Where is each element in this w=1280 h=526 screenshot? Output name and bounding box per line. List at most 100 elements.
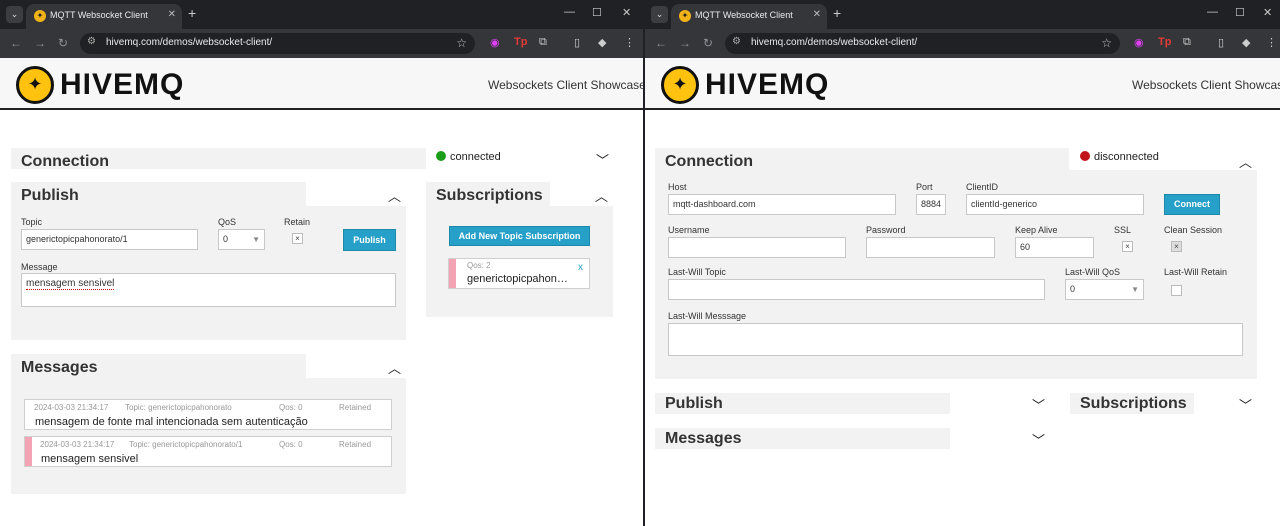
publish-header[interactable]: Publish [655, 393, 950, 414]
bookmark-star-icon[interactable]: ☆ [1101, 36, 1112, 50]
extension-icon[interactable]: ◉ [1134, 36, 1144, 49]
browser-tab[interactable]: ✦ MQTT Websocket Client ✕ [671, 4, 827, 29]
subscriptions-header[interactable]: Subscriptions [426, 182, 550, 207]
hivemq-favicon-icon: ✦ [679, 10, 691, 22]
browser-tab[interactable]: ✦ MQTT Websocket Client ✕ [26, 4, 182, 29]
messages-header[interactable]: Messages [655, 428, 950, 449]
new-tab-button[interactable]: + [188, 6, 196, 20]
reload-icon[interactable]: ↻ [58, 36, 68, 50]
username-input[interactable] [668, 237, 846, 258]
extension-icon[interactable]: Tp [514, 36, 527, 48]
subscription-color-bar [449, 259, 456, 288]
close-window-icon[interactable]: ✕ [622, 6, 631, 19]
hivemq-favicon-icon: ✦ [34, 10, 46, 22]
extensions-puzzle-icon[interactable]: ⧉ [1183, 36, 1191, 49]
extensions-puzzle-icon[interactable]: ⧉ [539, 36, 547, 49]
add-subscription-button[interactable]: Add New Topic Subscription [449, 226, 590, 246]
close-tab-icon[interactable]: ✕ [813, 9, 821, 20]
qos-label: QoS [218, 217, 237, 227]
minimize-icon[interactable]: — [1207, 6, 1218, 18]
minimize-icon[interactable]: — [564, 6, 575, 18]
omnibox[interactable]: ⚙ hivemq.com/demos/websocket-client/ ☆ [725, 33, 1120, 54]
side-panel-icon[interactable]: ▯ [1218, 36, 1224, 49]
retain-checkbox[interactable]: × [292, 233, 303, 244]
expand-messages-icon[interactable]: ﹀ [1032, 430, 1045, 449]
connection-header[interactable]: Connection [11, 148, 426, 170]
side-panel-icon[interactable]: ▯ [574, 36, 580, 49]
collapse-subscriptions-icon[interactable]: ︿ [595, 186, 608, 205]
clientid-input[interactable]: clientId-generico [966, 194, 1144, 215]
collapse-messages-icon[interactable]: ︿ [388, 358, 401, 377]
status-dot-icon [436, 151, 446, 161]
ssl-checkbox[interactable]: × [1122, 241, 1133, 252]
connection-header[interactable]: Connection [655, 148, 1069, 171]
keepalive-input[interactable]: 60 [1015, 237, 1094, 258]
close-window-icon[interactable]: ✕ [1263, 6, 1272, 19]
last-will-retain-checkbox[interactable] [1171, 285, 1182, 296]
reload-icon[interactable]: ↻ [703, 36, 713, 50]
forward-icon[interactable]: → [34, 36, 46, 50]
subscriptions-title: Subscriptions [436, 187, 543, 204]
publish-header[interactable]: Publish [11, 182, 306, 207]
collapse-publish-icon[interactable]: ︿ [388, 186, 401, 205]
qos-select[interactable]: 0 ▼ [218, 229, 265, 250]
back-icon[interactable]: ← [10, 36, 22, 50]
last-will-qos-select[interactable]: 0 ▼ [1065, 279, 1144, 300]
showcase-title: Websockets Client Showcase [488, 78, 643, 92]
forward-icon[interactable]: → [679, 36, 691, 50]
expand-publish-icon[interactable]: ﹀ [1032, 395, 1045, 414]
bookmark-star-icon[interactable]: ☆ [456, 36, 467, 50]
omnibox[interactable]: ⚙ hivemq.com/demos/websocket-client/ ☆ [80, 33, 475, 54]
last-will-message-textarea[interactable] [668, 323, 1243, 356]
tab-search-button[interactable]: ⌄ [651, 6, 668, 23]
clean-session-checkbox[interactable]: × [1171, 241, 1182, 252]
tab-search-button[interactable]: ⌄ [6, 6, 23, 23]
site-header: ✦ HIVEMQ Websockets Client Showcase [0, 58, 643, 110]
profile-icon[interactable]: ◆ [598, 36, 606, 49]
hivemq-bee-logo-icon: ✦ [661, 66, 699, 104]
expand-subscriptions-icon[interactable]: ﹀ [1239, 395, 1252, 414]
message-item: 2024-03-03 21:34:17 Topic: generictopicp… [24, 436, 392, 467]
maximize-icon[interactable]: ☐ [1235, 6, 1245, 19]
qos-value: 0 [223, 234, 229, 244]
password-label: Password [866, 225, 906, 235]
address-bar: ← → ↻ ⚙ hivemq.com/demos/websocket-clien… [0, 29, 643, 58]
subscription-item[interactable]: Qos: 2 generictopicpahon… x [448, 258, 590, 289]
clientid-label: ClientID [966, 182, 999, 192]
last-will-topic-input[interactable] [668, 279, 1045, 300]
showcase-title: Websockets Client Showcase [1132, 78, 1280, 92]
maximize-icon[interactable]: ☐ [592, 6, 602, 19]
clean-session-label: Clean Session [1164, 225, 1223, 235]
host-input[interactable]: mqtt-dashboard.com [668, 194, 896, 215]
logo-text: HIVEMQ [60, 68, 185, 101]
close-tab-icon[interactable]: ✕ [168, 9, 176, 20]
messages-header[interactable]: Messages [11, 354, 306, 379]
expand-connection-icon[interactable]: ﹀ [596, 150, 609, 169]
password-input[interactable] [866, 237, 995, 258]
site-info-icon[interactable]: ⚙ [732, 36, 741, 47]
unsubscribe-close-icon[interactable]: x [578, 262, 583, 273]
topic-label: Topic [21, 217, 43, 227]
tab-title: MQTT Websocket Client [695, 10, 793, 20]
site-info-icon[interactable]: ⚙ [87, 36, 96, 47]
message-textarea[interactable]: mensagem sensivel [21, 273, 396, 307]
extension-icon[interactable]: ◉ [490, 36, 500, 49]
message-color-bar [25, 437, 32, 466]
last-will-qos-label: Last-Will QoS [1065, 267, 1121, 277]
message-text: mensagem de fonte mal intencionada sem a… [35, 416, 308, 428]
menu-icon[interactable]: ⋮ [1266, 36, 1277, 49]
page-content: ✦ HIVEMQ Websockets Client Showcase Conn… [645, 58, 1280, 526]
publish-title: Publish [21, 187, 79, 204]
subscriptions-header[interactable]: Subscriptions [1070, 393, 1194, 414]
collapse-connection-icon[interactable]: ︿ [1239, 152, 1252, 171]
new-tab-button[interactable]: + [833, 6, 841, 20]
back-icon[interactable]: ← [655, 36, 667, 50]
topic-input[interactable]: generictopicpahonorato/1 [21, 229, 198, 250]
menu-icon[interactable]: ⋮ [624, 36, 635, 49]
extension-icon[interactable]: Tp [1158, 36, 1171, 48]
publish-button[interactable]: Publish [343, 229, 396, 251]
port-input[interactable]: 8884 [916, 194, 946, 215]
ssl-label: SSL [1114, 225, 1132, 235]
profile-icon[interactable]: ◆ [1242, 36, 1250, 49]
connect-button[interactable]: Connect [1164, 194, 1220, 215]
